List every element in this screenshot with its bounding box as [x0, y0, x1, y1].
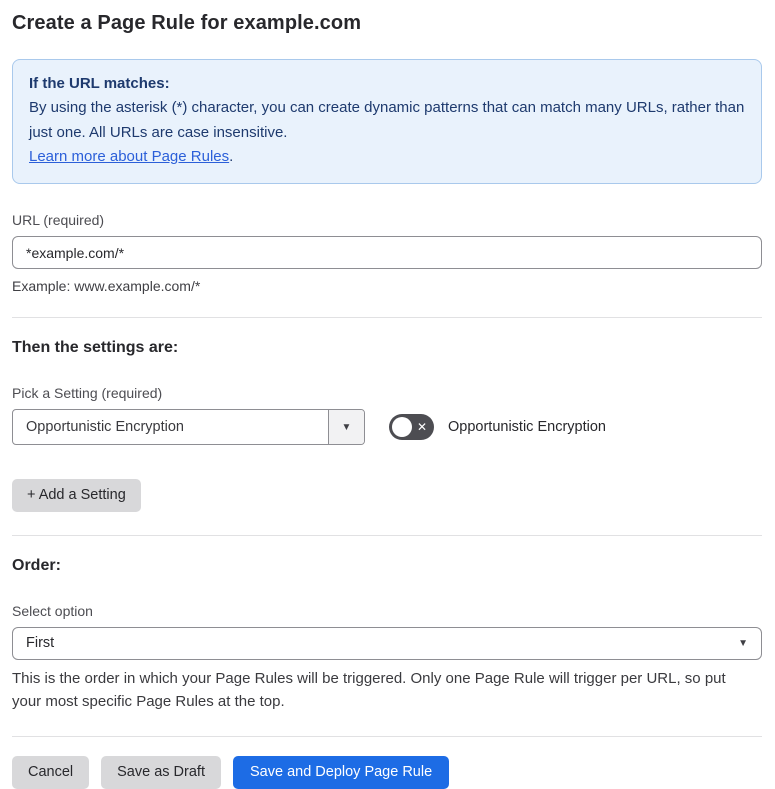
save-and-deploy-button[interactable]: Save and Deploy Page Rule: [232, 756, 450, 789]
divider: [12, 534, 762, 536]
chevron-down-icon[interactable]: ▼: [328, 410, 364, 445]
chevron-down-icon: ▼: [738, 637, 748, 649]
url-match-info-box: If the URL matches: By using the asteris…: [12, 59, 762, 185]
toggle-knob: [392, 417, 412, 438]
create-page-rule-form: Create a Page Rule for example.com If th…: [0, 0, 775, 789]
divider: [12, 317, 762, 319]
info-box-link-line: Learn more about Page Rules.: [29, 145, 745, 169]
settings-section-heading: Then the settings are:: [12, 339, 179, 357]
pick-setting-label: Pick a Setting (required): [12, 385, 163, 402]
setting-row: Opportunistic Encryption ▼ ✕ Opportunist…: [12, 409, 762, 446]
add-setting-button[interactable]: + Add a Setting: [12, 479, 141, 512]
order-section-heading: Order:: [12, 556, 61, 574]
setting-dropdown-value: Opportunistic Encryption: [26, 419, 184, 436]
learn-more-link[interactable]: Learn more about Page Rules: [29, 148, 229, 165]
info-box-body: By using the asterisk (*) character, you…: [29, 99, 745, 141]
toggle-off-x-icon: ✕: [416, 420, 427, 435]
link-suffix: .: [229, 147, 234, 165]
cancel-button[interactable]: Cancel: [12, 756, 90, 789]
toggle-label: Opportunistic Encryption: [448, 419, 606, 436]
order-select-value: First: [26, 635, 55, 652]
opportunistic-encryption-toggle[interactable]: ✕: [389, 414, 434, 441]
url-field-label: URL (required): [12, 212, 105, 229]
footer-button-row: Cancel Save as Draft Save and Deploy Pag…: [12, 756, 762, 789]
setting-dropdown[interactable]: Opportunistic Encryption ▼: [12, 409, 365, 446]
order-select[interactable]: First ▼: [12, 626, 762, 660]
order-select-label: Select option: [12, 602, 93, 619]
save-as-draft-button[interactable]: Save as Draft: [101, 756, 221, 789]
order-helper-text: This is the order in which your Page Rul…: [12, 669, 726, 710]
info-box-heading: If the URL matches:: [29, 75, 170, 92]
url-helper-text: Example: www.example.com/*: [12, 278, 201, 295]
page-title: Create a Page Rule for example.com: [12, 12, 362, 34]
divider: [12, 736, 762, 738]
url-input[interactable]: [12, 236, 762, 270]
